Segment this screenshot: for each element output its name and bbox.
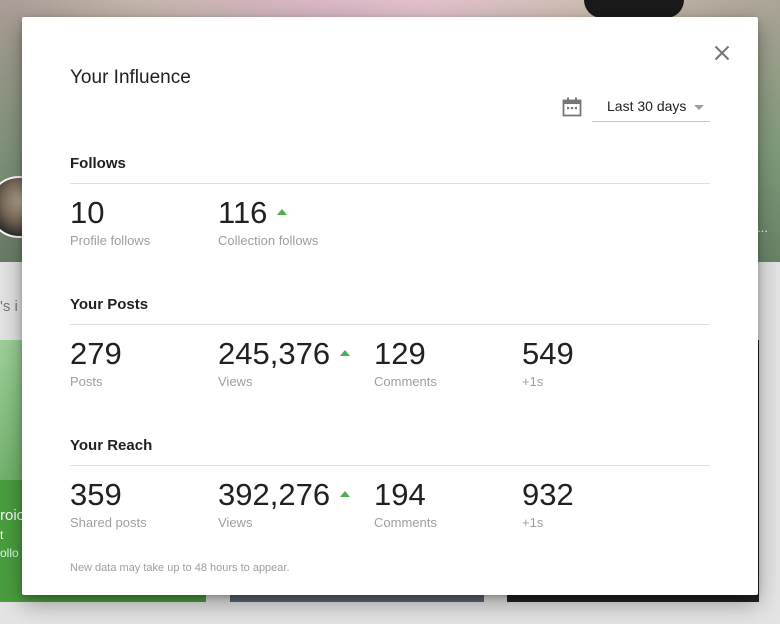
stat-collection-follows: 116 Collection follows xyxy=(218,195,318,248)
stat-label: Collection follows xyxy=(218,233,319,248)
section-title: Your Posts xyxy=(70,296,149,313)
date-range-picker: Last 30 days xyxy=(560,93,710,123)
stat-value: 279 xyxy=(70,336,122,371)
stat-post-plus-ones: 549 +1s xyxy=(522,336,574,389)
trend-up-icon xyxy=(277,208,288,215)
stat-value: 392,276 xyxy=(218,477,331,512)
stat-shared-posts: 359 Shared posts xyxy=(70,477,147,530)
stat-posts: 279 Posts xyxy=(70,336,122,389)
stat-value: 549 xyxy=(522,336,574,371)
background-section-heading: 's i xyxy=(0,298,18,315)
section-divider xyxy=(70,183,710,184)
stat-post-comments: 129 Comments xyxy=(374,336,437,389)
footnote: New data may take up to 48 hours to appe… xyxy=(70,562,290,574)
stat-label: Comments xyxy=(374,374,437,389)
background-ellipsis: ... xyxy=(757,220,768,235)
stat-value: 932 xyxy=(522,477,574,512)
date-range-value: Last 30 days xyxy=(607,98,687,114)
stat-value: 359 xyxy=(70,477,122,512)
section-title: Follows xyxy=(70,155,126,172)
background-card-meta: ollo xyxy=(0,546,19,560)
stat-value: 129 xyxy=(374,336,426,371)
stat-value: 194 xyxy=(374,477,426,512)
section-title: Your Reach xyxy=(70,437,153,454)
stat-profile-follows: 10 Profile follows xyxy=(70,195,150,248)
stat-label: Views xyxy=(218,515,253,530)
trend-up-icon xyxy=(340,490,351,497)
close-icon xyxy=(714,45,730,61)
dialog-title: Your Influence xyxy=(70,67,191,88)
stat-label: Shared posts xyxy=(70,515,147,530)
date-range-dropdown[interactable]: Last 30 days xyxy=(592,93,710,122)
stat-post-views: 245,376 Views xyxy=(218,336,351,389)
stat-value: 245,376 xyxy=(218,336,331,371)
stat-reach-views: 392,276 Views xyxy=(218,477,351,530)
stat-label: +1s xyxy=(522,374,544,389)
chevron-down-icon xyxy=(694,105,704,110)
stat-label: +1s xyxy=(522,515,544,530)
stat-reach-plus-ones: 932 +1s xyxy=(522,477,574,530)
background-decoration xyxy=(584,0,684,18)
stat-reach-comments: 194 Comments xyxy=(374,477,437,530)
trend-up-icon xyxy=(340,349,351,356)
background-card-title: roic xyxy=(0,507,25,524)
stat-label: Profile follows xyxy=(70,233,151,248)
section-divider xyxy=(70,324,710,325)
background-card-subtitle: t xyxy=(0,528,4,542)
stat-label: Views xyxy=(218,374,253,389)
stat-value: 10 xyxy=(70,195,105,230)
close-button[interactable] xyxy=(710,41,734,65)
stat-label: Comments xyxy=(374,515,437,530)
calendar-icon[interactable] xyxy=(561,96,583,118)
stat-label: Posts xyxy=(70,374,103,389)
influence-dialog: Your Influence Last 30 days Follows 10 P… xyxy=(22,17,758,595)
section-divider xyxy=(70,465,710,466)
stat-value: 116 xyxy=(218,195,268,230)
